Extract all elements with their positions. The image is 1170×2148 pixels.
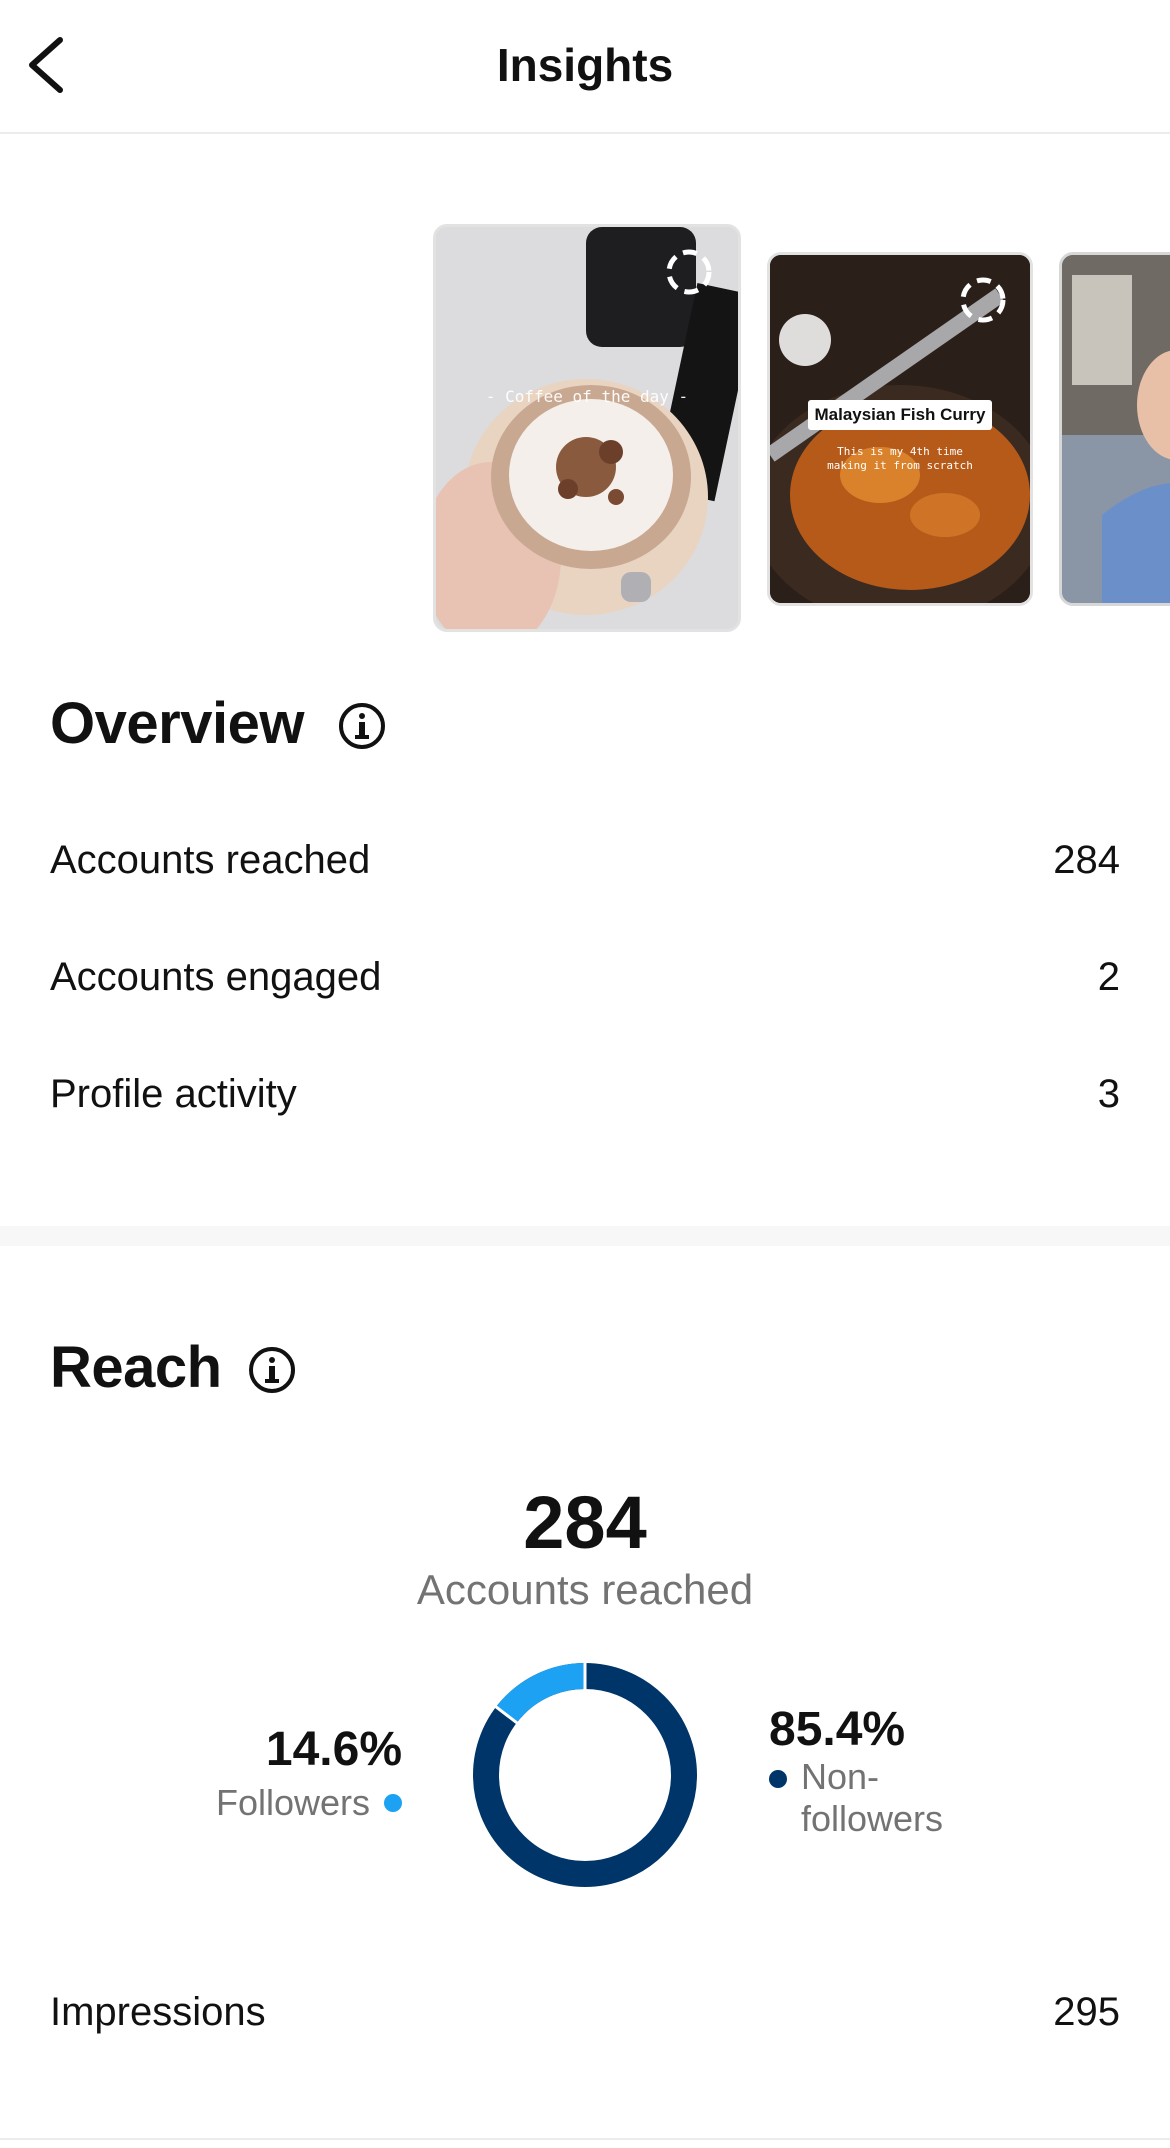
followers-legend-dot [384, 1794, 402, 1812]
reach-donut-chart [473, 1662, 697, 1887]
overview-row-accounts-engaged[interactable]: Accounts engaged 2 [50, 955, 1120, 1015]
row-value: 3 [1097, 1072, 1120, 1116]
row-label: Accounts reached [50, 838, 371, 882]
info-icon[interactable] [248, 1346, 296, 1394]
row-label: Profile activity [50, 1072, 297, 1116]
story-title-sticker: Malaysian Fish Curry [808, 400, 992, 430]
reach-total: 284 [523, 1481, 647, 1564]
non-followers-legend: Non- followers [769, 1756, 991, 1840]
followers-label: Followers [215, 1782, 370, 1823]
non-followers-legend-dot [769, 1770, 787, 1788]
bottom-divider [0, 2138, 1170, 2140]
top-bar: Insights [0, 0, 1170, 134]
reach-total-label: Accounts reached [416, 1566, 754, 1613]
dashed-circle-icon [960, 277, 1006, 323]
followers-percent: 14.6% [265, 1723, 402, 1776]
overview-row-accounts-reached[interactable]: Accounts reached 284 [50, 838, 1120, 898]
row-value: 295 [1053, 1990, 1120, 2034]
story-thumbnail-coffee[interactable]: - Coffee of the day - [433, 224, 741, 632]
dashed-circle-icon [666, 249, 712, 295]
story-caption: - Coffee of the day - [485, 387, 689, 406]
donut-segment-followers [473, 1663, 697, 1887]
row-value: 2 [1097, 955, 1120, 999]
non-followers-percent: 85.4% [769, 1703, 906, 1756]
story-thumbnail-fish-curry[interactable]: Malaysian Fish Curry This is my 4th time… [767, 252, 1033, 606]
non-followers-label: Non- followers [801, 1756, 944, 1839]
overview-row-profile-activity[interactable]: Profile activity 3 [50, 1072, 1120, 1132]
info-icon[interactable] [338, 702, 386, 750]
followers-legend: Followers [216, 1782, 402, 1824]
portrait-photo [1062, 255, 1170, 603]
row-label: Accounts engaged [50, 955, 382, 999]
impressions-row[interactable]: Impressions 295 [50, 1990, 1120, 2050]
row-label: Impressions [50, 1990, 266, 2034]
reach-title: Reach [50, 1335, 222, 1400]
row-value: 284 [1053, 838, 1120, 882]
story-thumbnail-portrait[interactable] [1059, 252, 1170, 606]
story-caption: This is my 4th time making it from scrat… [827, 445, 973, 472]
overview-title: Overview [50, 691, 304, 756]
page-title: Insights [496, 39, 674, 91]
section-divider [0, 1226, 1170, 1246]
